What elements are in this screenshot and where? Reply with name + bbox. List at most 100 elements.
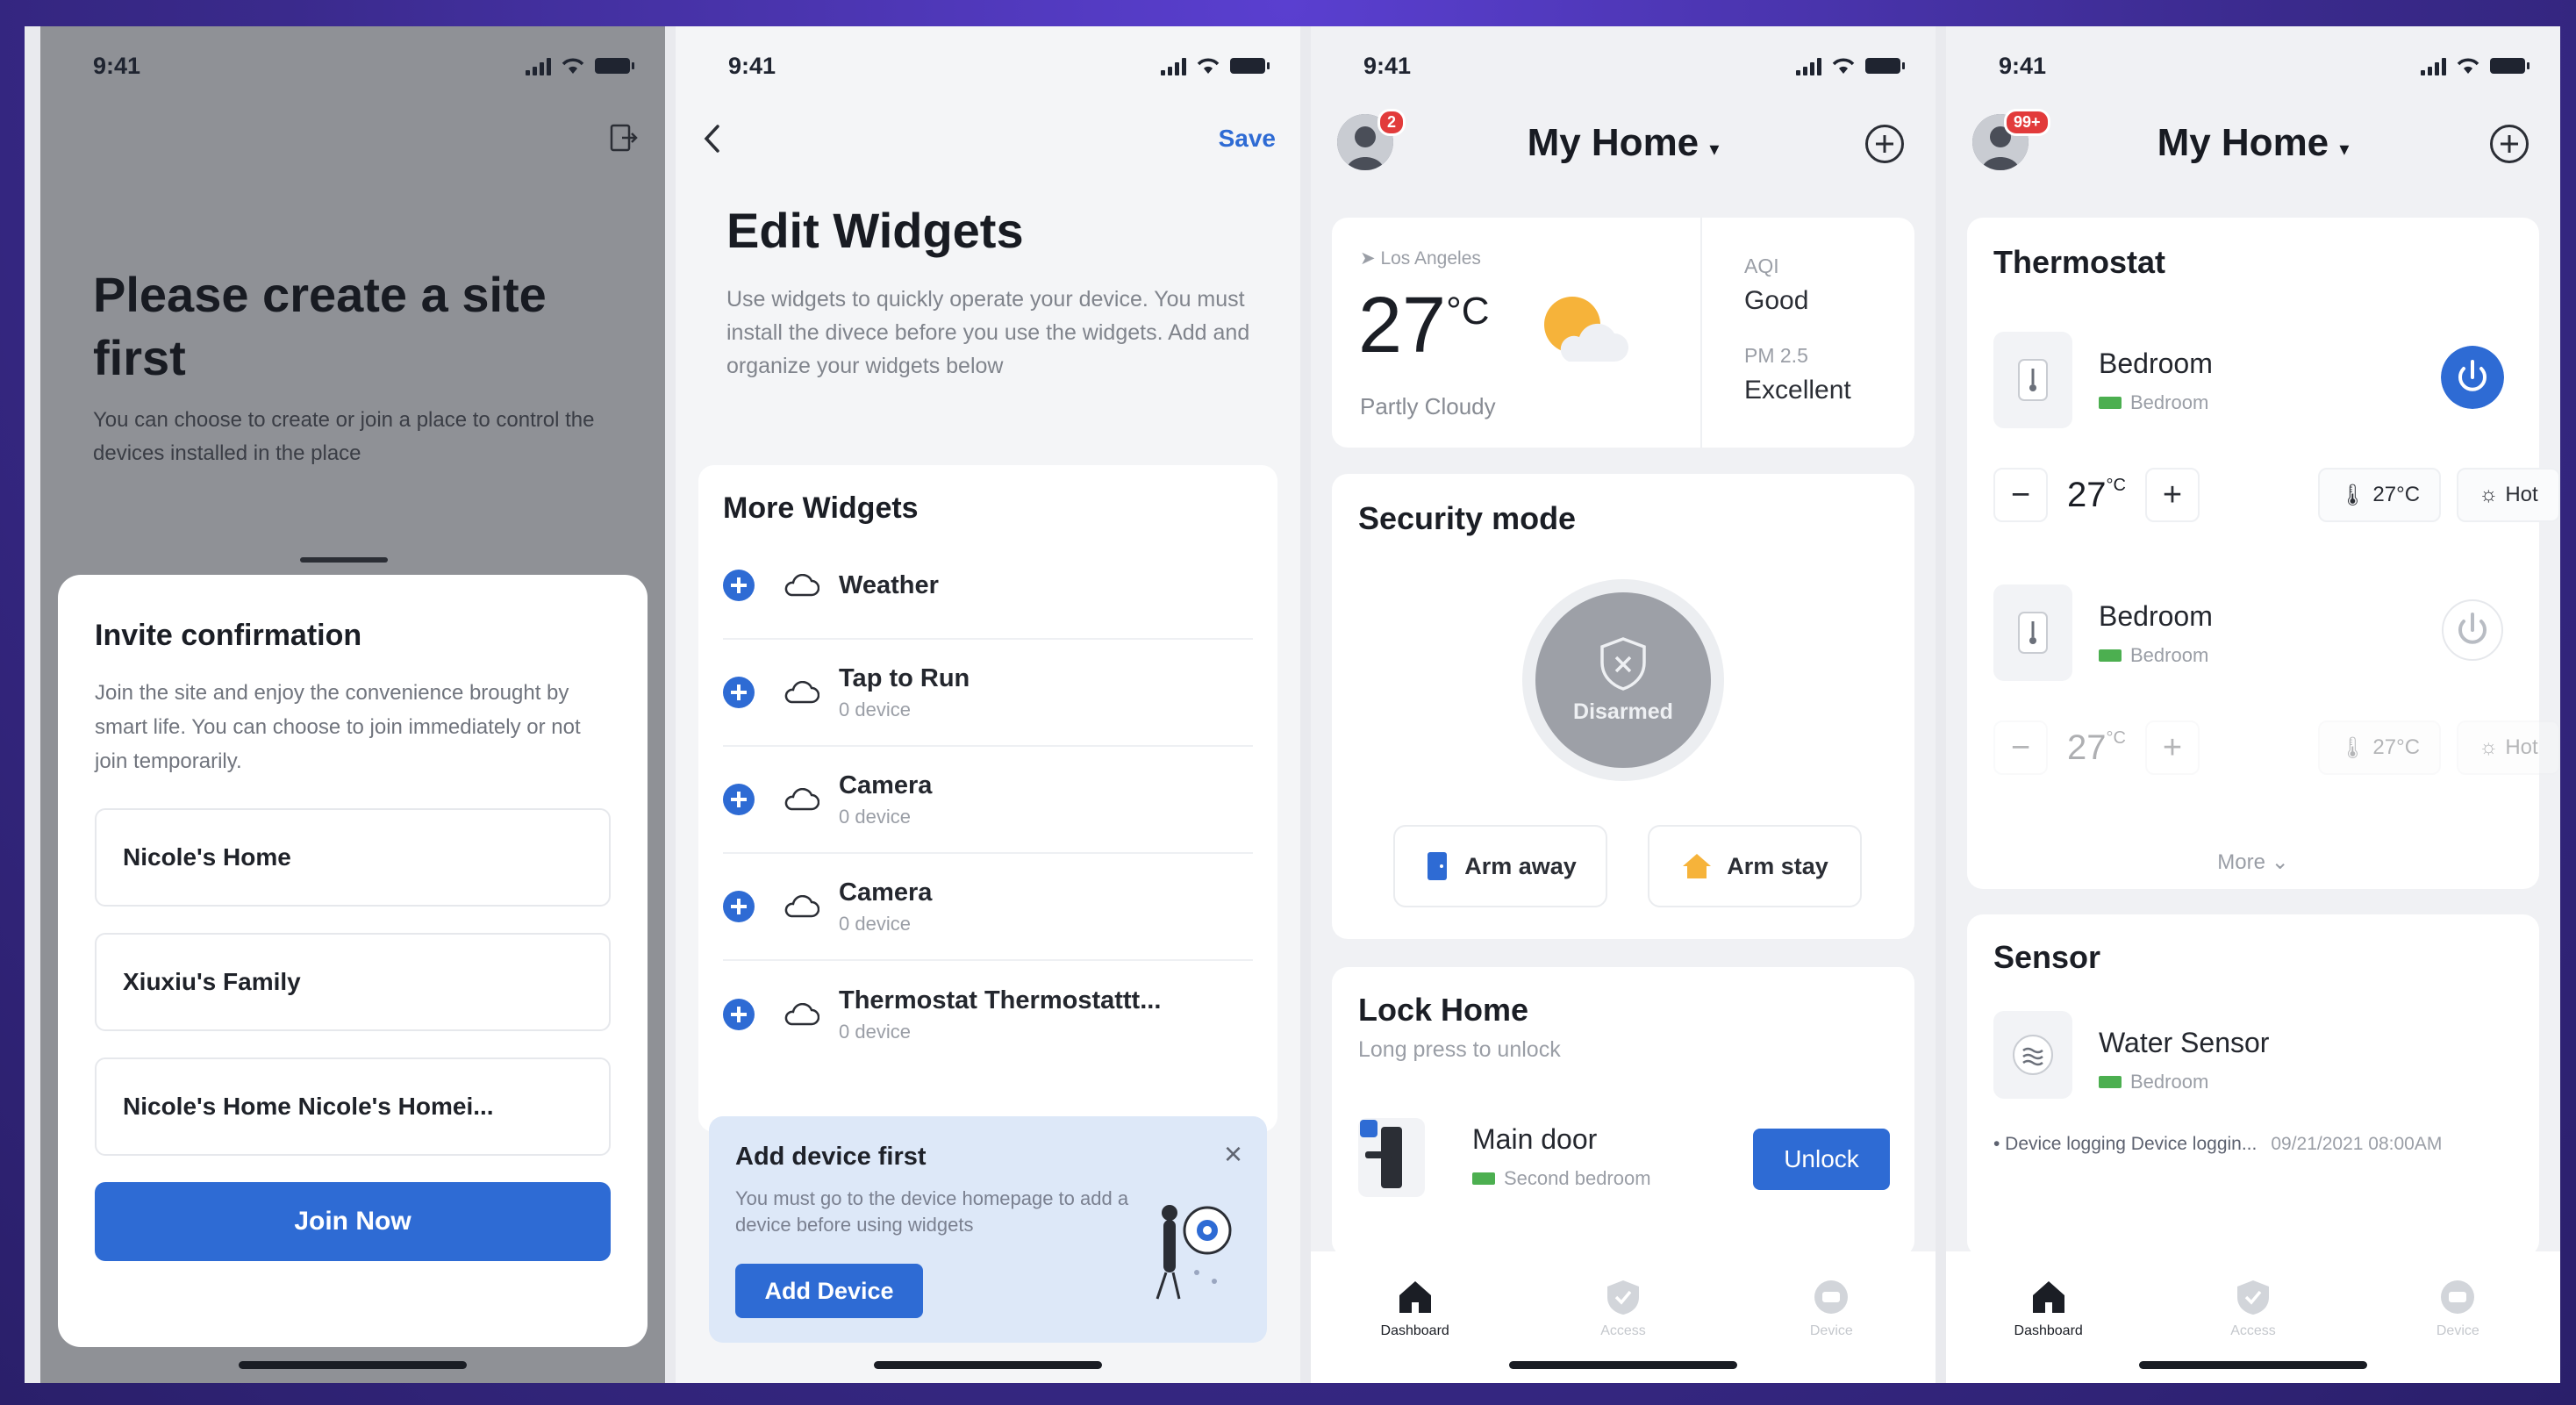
- add-icon[interactable]: [2490, 125, 2529, 163]
- divider: [1700, 218, 1702, 448]
- add-widget-button[interactable]: [723, 999, 755, 1030]
- screen-edit-widgets: 9:41 Save Edit Widgets Use widgets to qu…: [676, 26, 1300, 1383]
- location-arrow-icon: ➤: [1360, 248, 1376, 269]
- mode-chip[interactable]: ☼ Hot: [2457, 720, 2560, 775]
- sheet-grabber[interactable]: [300, 557, 388, 563]
- section-title: More Widgets: [723, 491, 919, 525]
- mode-label: Hot: [2505, 483, 2538, 506]
- increase-button[interactable]: +: [2144, 468, 2200, 522]
- add-widget-button[interactable]: [723, 677, 755, 708]
- power-off-icon[interactable]: [2441, 599, 2504, 662]
- site-option[interactable]: Nicole's Home: [95, 808, 611, 907]
- tab-dashboard[interactable]: Dashboard: [1987, 1278, 2110, 1383]
- increase-button[interactable]: +: [2144, 720, 2200, 775]
- decrease-button[interactable]: −: [1993, 468, 2048, 522]
- arm-stay-button[interactable]: Arm stay: [1648, 825, 1862, 907]
- sensor-row[interactable]: Water Sensor Bedroom: [1993, 1011, 2513, 1108]
- home-indicator: [239, 1361, 467, 1369]
- close-icon[interactable]: ×: [1224, 1136, 1242, 1172]
- disarmed-button[interactable]: Disarmed: [1535, 592, 1711, 768]
- thermostat-device-icon: [1993, 584, 2072, 681]
- ambient-temp-chip[interactable]: 🌡 27°C: [2318, 468, 2441, 522]
- security-title: Security mode: [1358, 500, 1577, 536]
- more-button[interactable]: More ⌄: [1967, 849, 2539, 875]
- arm-away-button[interactable]: Arm away: [1393, 825, 1607, 907]
- invite-sheet: Invite confirmation Join the site and en…: [58, 557, 648, 1347]
- add-widget-button[interactable]: [723, 784, 755, 815]
- set-temperature: 27°C: [2067, 728, 2126, 768]
- cloud-icon: [784, 1003, 819, 1026]
- thermostat-device-icon: [1993, 332, 2072, 428]
- save-button[interactable]: Save: [1219, 125, 1276, 153]
- room-name: Bedroom: [2130, 644, 2209, 666]
- tab-dashboard[interactable]: Dashboard: [1354, 1278, 1477, 1383]
- battery-level-icon: [2099, 649, 2122, 662]
- widget-item-camera: Camera 0 device: [723, 747, 1253, 854]
- back-icon[interactable]: [698, 121, 725, 156]
- tab-label: Device: [2436, 1323, 2479, 1338]
- home-title: My Home: [2157, 121, 2329, 164]
- sensor-card: Sensor Water Sensor Bedroom • Device log…: [1967, 914, 2539, 1257]
- widget-name: Tap to Run: [839, 663, 970, 692]
- tab-label: Dashboard: [2014, 1323, 2083, 1338]
- widget-name: Camera: [839, 878, 933, 907]
- widget-count: 0 device: [839, 698, 911, 720]
- tab-device[interactable]: Device: [1770, 1278, 1893, 1383]
- smart-lock-icon: [1358, 1118, 1425, 1197]
- add-widget-button[interactable]: [723, 891, 755, 922]
- wifi-icon: [1832, 58, 1855, 74]
- unlock-button[interactable]: Unlock: [1753, 1129, 1890, 1190]
- add-icon[interactable]: [1865, 125, 1904, 163]
- mode-chip[interactable]: ☼ Hot: [2457, 468, 2560, 522]
- wifi-icon: [1197, 58, 1220, 74]
- add-device-button[interactable]: Add Device: [735, 1264, 923, 1318]
- tab-device[interactable]: Device: [2396, 1278, 2519, 1383]
- add-widget-button[interactable]: [723, 570, 755, 601]
- more-widgets-card: More Widgets Weather Tap to Run 0 device …: [698, 465, 1277, 1132]
- signal-icon: [2421, 56, 2446, 75]
- house-icon: [1683, 854, 1712, 878]
- exit-icon[interactable]: [609, 123, 639, 153]
- screen-dashboard-devices: 9:41 99+ My Home ▾ Thermostat Bedroom Be…: [1946, 26, 2560, 1383]
- decrease-button[interactable]: −: [1993, 720, 2048, 775]
- battery-level-icon: [1472, 1172, 1495, 1185]
- lock-title: Lock Home: [1358, 992, 1529, 1028]
- weather-card[interactable]: ➤ Los Angeles 27°C Partly Cloudy AQI Goo…: [1332, 218, 1914, 448]
- lock-card: Lock Home Long press to unlock Main door…: [1332, 967, 1914, 1257]
- sensor-room: Bedroom: [2099, 1071, 2208, 1093]
- security-card: Security mode Disarmed Arm away Arm stay: [1332, 474, 1914, 939]
- home-selector[interactable]: My Home ▾: [1311, 121, 1936, 165]
- wifi-icon: [2457, 58, 2479, 74]
- tab-label: Access: [2230, 1323, 2276, 1338]
- location-name: Los Angeles: [1380, 248, 1481, 269]
- home-selector[interactable]: My Home ▾: [1946, 121, 2560, 165]
- thermostat-row[interactable]: Bedroom Bedroom: [1993, 584, 2513, 681]
- robot-illustration-icon: [1156, 1205, 1232, 1300]
- banner-text: You must go to the device homepage to ad…: [735, 1187, 1129, 1236]
- cloud-icon: [784, 681, 819, 704]
- sheet-description: Join the site and enjoy the convenience …: [95, 681, 581, 773]
- home-icon: [2032, 1281, 2064, 1313]
- site-option[interactable]: Xiuxiu's Family: [95, 933, 611, 1031]
- ambient-temp-chip[interactable]: 🌡 27°C: [2318, 720, 2441, 775]
- thermostat-card: Thermostat Bedroom Bedroom − 27°C + 🌡 27°…: [1967, 218, 2560, 889]
- thermostat-controls: − 27°C + 🌡 27°C ☼ Hot: [1993, 463, 2560, 527]
- thermostat-room: Bedroom: [2099, 391, 2208, 414]
- battery-icon: [1230, 58, 1270, 74]
- widget-item-weather: Weather: [723, 533, 1253, 640]
- status-bar: 9:41: [1311, 53, 1936, 88]
- battery-icon: [595, 58, 634, 74]
- power-on-icon[interactable]: [2441, 346, 2504, 409]
- signal-icon: [1161, 56, 1186, 75]
- water-sensor-icon: [1993, 1011, 2072, 1099]
- thermostat-row[interactable]: Bedroom Bedroom: [1993, 332, 2513, 428]
- thermostat-controls: − 27°C + 🌡 27°C ☼ Hot: [1993, 716, 2560, 779]
- site-option[interactable]: Nicole's Home Nicole's Homei...: [95, 1057, 611, 1156]
- sun-icon: ☼: [2479, 483, 2499, 506]
- status-time: 9:41: [93, 53, 141, 79]
- pm25-label: PM 2.5: [1744, 344, 1808, 367]
- shield-check-icon: [1606, 1280, 1639, 1315]
- sensor-title: Sensor: [1993, 939, 2101, 975]
- join-now-button[interactable]: Join Now: [95, 1182, 611, 1261]
- add-device-banner: Add device first You must go to the devi…: [709, 1116, 1267, 1343]
